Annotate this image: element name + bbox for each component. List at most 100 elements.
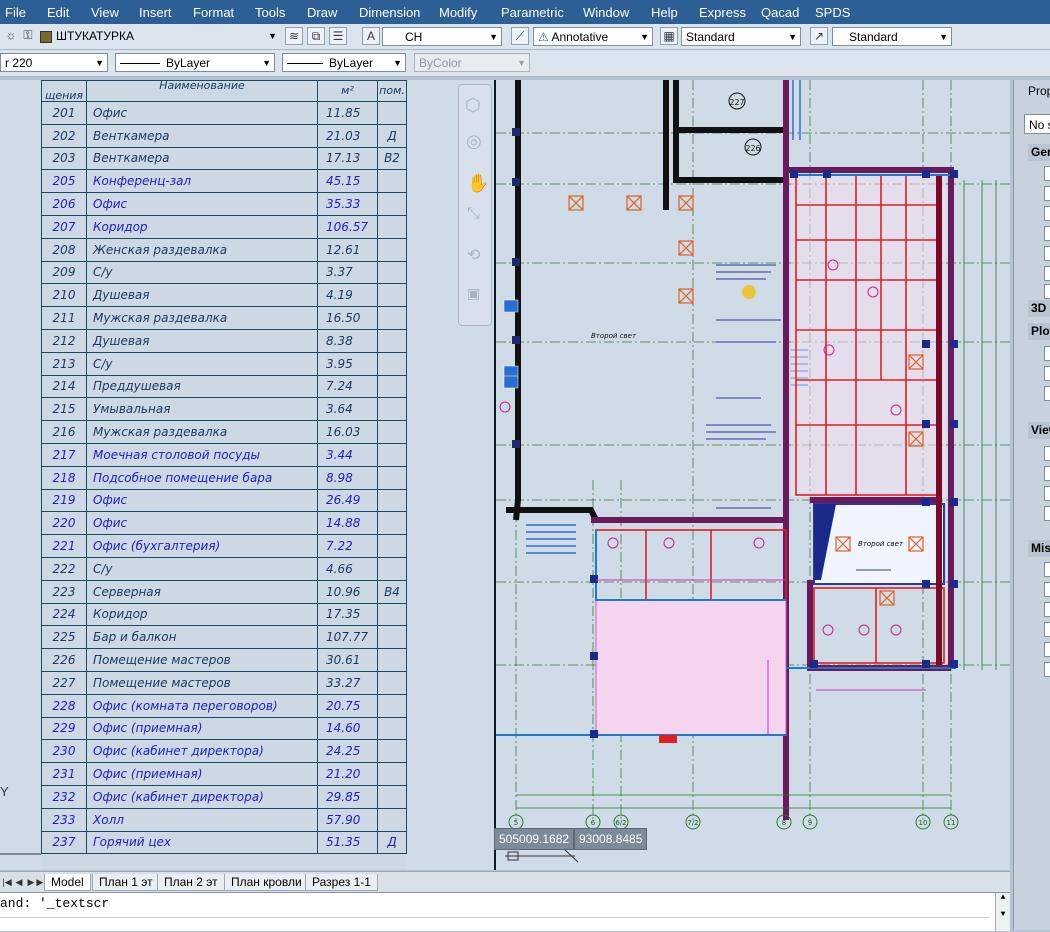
dim-style-icon[interactable]: ⟋ xyxy=(511,27,529,45)
property-value-field[interactable] xyxy=(1044,346,1050,361)
property-value-field[interactable] xyxy=(1044,366,1050,381)
property-value-field[interactable] xyxy=(1044,246,1050,261)
dim-style-dropdown[interactable]: Standard ▼ xyxy=(681,27,801,46)
property-value-field[interactable] xyxy=(1044,284,1050,299)
property-value-field[interactable] xyxy=(1044,466,1050,481)
table-row[interactable]: 219 Офис 26.49 xyxy=(41,488,407,513)
property-value-field[interactable] xyxy=(1044,186,1050,201)
table-row[interactable]: 222 С/у 4.66 xyxy=(41,556,407,581)
properties-section-header[interactable]: Gen xyxy=(1028,144,1050,161)
table-row[interactable]: 231 Офис (приемная) 21.20 xyxy=(41,762,407,786)
menu-item-spds[interactable]: SPDS xyxy=(815,0,850,26)
table-row[interactable]: 210 Душевая 4.19 xyxy=(41,283,407,308)
multileader-style-icon[interactable]: ↗ xyxy=(810,27,828,45)
table-row[interactable]: 224 Коридор 17.35 xyxy=(41,602,407,627)
properties-palette[interactable]: Prop No s Gen 3D Plot View Mis xyxy=(1013,80,1050,930)
properties-section-header[interactable]: Mis xyxy=(1028,540,1050,557)
table-row[interactable]: 225 Бар и балкон 107.77 xyxy=(41,625,407,650)
menu-item-insert[interactable]: Insert xyxy=(139,0,172,26)
property-value-field[interactable] xyxy=(1044,642,1050,657)
menu-item-modify[interactable]: Modify xyxy=(439,0,477,26)
table-row[interactable]: 218 Подсобное помещение бара 8.98 xyxy=(41,465,407,490)
layout-tab[interactable]: План кровли xyxy=(224,874,309,891)
table-row[interactable]: 216 Мужская раздевалка 16.03 xyxy=(41,420,407,444)
layer-properties-icon[interactable]: ≋ xyxy=(285,27,303,45)
menu-item-dimension[interactable]: Dimension xyxy=(359,0,420,26)
scroll-up-icon[interactable]: ▲ xyxy=(996,893,1010,902)
table-row[interactable]: 206 Офис 35.33 xyxy=(41,192,407,216)
table-row[interactable]: 213 С/у 3.95 xyxy=(41,351,407,376)
table-row[interactable]: 233 Холл 57.90 xyxy=(41,807,407,832)
table-row[interactable]: 214 Преддушевая 7.24 xyxy=(41,374,407,399)
menu-item-help[interactable]: Help xyxy=(651,0,678,26)
table-row[interactable]: 201 Офис 11.85 xyxy=(41,101,407,125)
property-value-field[interactable] xyxy=(1044,386,1050,401)
property-value-field[interactable] xyxy=(1044,582,1050,597)
menu-item-parametric[interactable]: Parametric xyxy=(501,0,564,26)
layer-states-icon[interactable]: ☰ xyxy=(329,27,347,45)
table-row[interactable]: 211 Мужская раздевалка 16.50 xyxy=(41,306,407,330)
property-value-field[interactable] xyxy=(1044,446,1050,461)
property-value-field[interactable] xyxy=(1044,662,1050,677)
menu-item-view[interactable]: View xyxy=(91,0,119,26)
properties-section-header[interactable]: 3D xyxy=(1028,300,1050,317)
table-row[interactable]: 229 Офис (приемная) 14.60 xyxy=(41,716,407,741)
sun-icon[interactable]: ☼ xyxy=(2,27,20,45)
room-schedule-table[interactable]: щения Наименование м² пом. 201 Офис 11.85 2… xyxy=(41,80,407,870)
floor-plan-drawing[interactable]: 227 226 Второй свет Второй свет 5 6 6/2 … xyxy=(496,80,1010,870)
table-row[interactable]: 237 Горячий цех 51.35 Д xyxy=(41,830,407,855)
properties-section-header[interactable]: Plot xyxy=(1028,323,1050,340)
menu-item-tools[interactable]: Tools xyxy=(255,0,285,26)
table-row[interactable]: 226 Помещение мастеров 30.61 xyxy=(41,648,407,672)
showmotion-icon[interactable]: ▣ xyxy=(467,285,480,302)
table-row[interactable]: 205 Конференц-зал 45.15 xyxy=(41,169,407,194)
command-line[interactable]: and: '_textscr ▲ ▼ xyxy=(0,892,1010,931)
table-row[interactable]: 212 Душевая 8.38 xyxy=(41,328,407,353)
pan-icon[interactable]: ✋ xyxy=(467,173,489,194)
table-row[interactable]: 223 Серверная 10.96 В4 xyxy=(41,579,407,604)
table-style-dropdown[interactable]: Standard ▼ xyxy=(832,27,952,46)
color-dropdown[interactable]: r 220 ▼ xyxy=(0,53,108,72)
menu-item-qacad[interactable]: Qacad xyxy=(761,0,799,26)
table-row[interactable]: 215 Умывальная 3.64 xyxy=(41,397,407,422)
drawing-canvas[interactable]: Y щения Наименование м² пом. 201 Офис 11.8… xyxy=(0,80,1010,870)
table-row[interactable]: 220 Офис 14.88 xyxy=(41,511,407,536)
table-row[interactable]: 202 Венткамера 21.03 Д xyxy=(41,123,407,148)
layout-tab[interactable]: Разрез 1-1 xyxy=(305,874,378,891)
property-value-field[interactable] xyxy=(1044,506,1050,521)
selection-dropdown[interactable]: No s xyxy=(1024,114,1050,134)
linetype-dropdown[interactable]: ByLayer ▼ xyxy=(115,53,275,72)
table-row[interactable]: 221 Офис (бухгалтерия) 7.22 xyxy=(41,534,407,558)
scroll-down-icon[interactable]: ▼ xyxy=(996,910,1010,919)
table-row[interactable]: 217 Моечная столовой посуды 3.44 xyxy=(41,442,407,467)
menu-item-format[interactable]: Format xyxy=(193,0,234,26)
lineweight-dropdown[interactable]: ByLayer ▼ xyxy=(282,53,406,72)
property-value-field[interactable] xyxy=(1044,602,1050,617)
table-row[interactable]: 227 Помещение мастеров 33.27 xyxy=(41,670,407,695)
table-row[interactable]: 232 Офис (кабинет директора) 29.85 xyxy=(41,784,407,809)
table-row[interactable]: 207 Коридор 106.57 xyxy=(41,214,407,239)
menu-item-express[interactable]: Express xyxy=(699,0,746,26)
table-row[interactable]: 230 Офис (кабинет директора) 24.25 xyxy=(41,739,407,764)
property-value-field[interactable] xyxy=(1044,622,1050,637)
properties-section-header[interactable]: View xyxy=(1028,422,1050,439)
text-style-icon[interactable]: A xyxy=(362,27,380,45)
property-value-field[interactable] xyxy=(1044,266,1050,281)
layout-tab[interactable]: План 1 эт xyxy=(92,874,160,891)
layer-dropdown[interactable]: ШТУКАТУРКА ▼ xyxy=(52,27,280,46)
property-value-field[interactable] xyxy=(1044,206,1050,221)
layout-tab[interactable]: Model xyxy=(44,874,91,891)
menu-item-edit[interactable]: Edit xyxy=(47,0,69,26)
table-row[interactable]: 228 Офис (комната переговоров) 20.75 xyxy=(41,693,407,718)
menu-item-file[interactable]: File xyxy=(5,0,26,26)
layer-previous-icon[interactable]: ⧉ xyxy=(307,27,325,45)
table-row[interactable]: 209 С/у 3.37 xyxy=(41,260,407,285)
navigation-bar[interactable]: ⬡ ◎ ✋ ⤡ ⟲ ▣ xyxy=(458,84,492,326)
menu-item-draw[interactable]: Draw xyxy=(307,0,337,26)
zoom-icon[interactable]: ⤡ xyxy=(467,205,480,223)
property-value-field[interactable] xyxy=(1044,486,1050,501)
annotative-dropdown[interactable]: ⚠ Annotative ▼ xyxy=(533,27,653,46)
orbit-icon[interactable]: ⟲ xyxy=(467,245,480,265)
property-value-field[interactable] xyxy=(1044,562,1050,577)
layout-tab[interactable]: План 2 эт xyxy=(157,874,225,891)
